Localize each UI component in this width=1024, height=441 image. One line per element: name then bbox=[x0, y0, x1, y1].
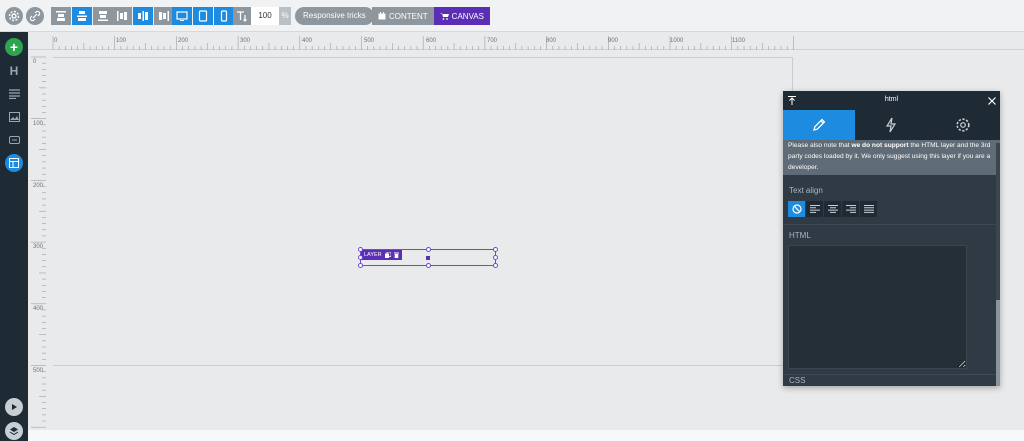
add-icon[interactable]: + bbox=[5, 38, 23, 56]
divider bbox=[783, 224, 996, 225]
ruler-label: 500 bbox=[364, 38, 375, 44]
resize-handle[interactable] bbox=[358, 247, 363, 252]
ruler-label: 300 bbox=[240, 38, 251, 44]
layer-center-handle[interactable] bbox=[426, 256, 430, 260]
ruler-label: 700 bbox=[487, 38, 498, 44]
tab-animation[interactable] bbox=[855, 110, 927, 140]
ruler-label: 200 bbox=[178, 38, 189, 44]
tablet-icon[interactable] bbox=[193, 7, 213, 25]
calendar-icon bbox=[378, 12, 386, 20]
zoom-unit: % bbox=[279, 7, 291, 25]
notice-text-bold: we do not support bbox=[851, 142, 909, 149]
canvas-area[interactable] bbox=[53, 57, 793, 366]
ruler-label: 500 bbox=[33, 368, 44, 374]
ruler-label: 1000 bbox=[670, 38, 684, 44]
duplicate-icon[interactable] bbox=[384, 252, 391, 258]
vertical-align-group bbox=[51, 7, 113, 25]
ruler-label: 200 bbox=[33, 183, 44, 189]
ruler-label: 100 bbox=[116, 38, 127, 44]
layers-icon[interactable] bbox=[5, 422, 23, 440]
layer-tag-label: LAYER bbox=[364, 252, 382, 258]
bottom-bar bbox=[28, 430, 1024, 441]
lightning-icon bbox=[885, 117, 897, 133]
resize-handle[interactable] bbox=[426, 263, 431, 268]
ruler-label: 300 bbox=[33, 244, 44, 250]
resize-handle[interactable] bbox=[493, 263, 498, 268]
html-code-textarea[interactable] bbox=[788, 245, 967, 369]
text-align-center-icon[interactable] bbox=[824, 201, 841, 217]
vertical-ruler: 0 100 200 300 400 500 bbox=[28, 50, 46, 430]
ruler-label: 800 bbox=[546, 38, 557, 44]
text-icon[interactable] bbox=[5, 85, 23, 103]
html-label: HTML bbox=[789, 231, 811, 240]
text-align-group bbox=[788, 201, 877, 217]
ruler-label: 900 bbox=[608, 38, 619, 44]
heading-icon[interactable]: H bbox=[5, 62, 23, 80]
content-mode-label: CONTENT bbox=[389, 11, 428, 21]
resize-handle[interactable] bbox=[493, 247, 498, 252]
ruler-label: 100 bbox=[33, 121, 44, 127]
desktop-icon[interactable] bbox=[172, 7, 192, 25]
ruler-label: 0 bbox=[54, 38, 58, 44]
ruler-label: 400 bbox=[33, 306, 44, 312]
align-top-icon[interactable] bbox=[51, 7, 71, 25]
align-inherit-icon[interactable] bbox=[788, 201, 805, 217]
align-bottom-icon[interactable] bbox=[93, 7, 113, 25]
play-icon[interactable] bbox=[5, 398, 23, 416]
resize-handle[interactable] bbox=[493, 255, 498, 260]
align-right-icon[interactable] bbox=[154, 7, 174, 25]
panel-header: html bbox=[783, 91, 1000, 110]
ruler-label: 600 bbox=[426, 38, 437, 44]
layout-icon[interactable] bbox=[5, 154, 23, 172]
panel-scrollbar-thumb[interactable] bbox=[996, 300, 1000, 386]
html-layer[interactable]: LAYER bbox=[358, 247, 498, 268]
tab-settings[interactable] bbox=[927, 110, 999, 140]
text-size-icon[interactable] bbox=[233, 7, 251, 25]
resize-handle[interactable] bbox=[358, 255, 363, 260]
ruler-label: 400 bbox=[302, 38, 313, 44]
device-group bbox=[172, 7, 234, 25]
layer-tag[interactable]: LAYER bbox=[361, 250, 402, 260]
zoom-input[interactable]: 100 bbox=[251, 7, 279, 25]
zoom-control: 100 % bbox=[233, 7, 291, 25]
horizontal-ruler: 0 100 200 300 400 500 600 700 800 900 10… bbox=[28, 32, 1024, 50]
panel-tabs bbox=[783, 110, 1000, 140]
tab-content[interactable] bbox=[783, 110, 855, 140]
responsive-tricks-button[interactable]: Responsive tricks bbox=[295, 7, 374, 25]
gear-icon bbox=[956, 118, 970, 132]
mode-switch: CONTENT CANVAS bbox=[372, 7, 490, 25]
trash-icon[interactable] bbox=[393, 252, 399, 258]
content-mode-button[interactable]: CONTENT bbox=[372, 7, 434, 25]
ruler-label: 1100 bbox=[732, 38, 745, 44]
text-align-left-icon[interactable] bbox=[806, 201, 823, 217]
panel-title: html bbox=[884, 96, 899, 103]
button-icon[interactable] bbox=[5, 131, 23, 149]
css-label: CSS bbox=[789, 376, 806, 385]
align-middle-icon[interactable] bbox=[72, 7, 92, 25]
notice-text-pre: Please also note that bbox=[788, 142, 852, 149]
resize-handle[interactable] bbox=[358, 263, 363, 268]
canvas-mode-label: CANVAS bbox=[451, 11, 484, 21]
top-toolbar: 100 % Responsive tricks CONTENT CANVAS bbox=[0, 0, 1024, 32]
cart-icon bbox=[439, 13, 449, 20]
close-icon[interactable] bbox=[988, 97, 996, 105]
text-align-right-icon[interactable] bbox=[842, 201, 859, 217]
settings-icon[interactable] bbox=[5, 7, 23, 25]
left-sidebar: + H bbox=[0, 32, 28, 441]
resize-handle[interactable] bbox=[426, 247, 431, 252]
text-align-label: Text align bbox=[789, 186, 823, 195]
canvas-mode-button[interactable]: CANVAS bbox=[433, 7, 490, 25]
pencil-icon bbox=[813, 118, 826, 131]
ruler-label: 0 bbox=[33, 59, 37, 65]
link-icon[interactable] bbox=[26, 7, 44, 25]
align-center-icon[interactable] bbox=[133, 7, 153, 25]
image-icon[interactable] bbox=[5, 108, 23, 126]
mobile-icon[interactable] bbox=[214, 7, 234, 25]
html-layer-notice: Please also note that we do not support … bbox=[783, 140, 1000, 175]
horizontal-align-group bbox=[112, 7, 174, 25]
divider bbox=[783, 374, 996, 375]
text-align-justify-icon[interactable] bbox=[860, 201, 877, 217]
align-left-icon[interactable] bbox=[112, 7, 132, 25]
